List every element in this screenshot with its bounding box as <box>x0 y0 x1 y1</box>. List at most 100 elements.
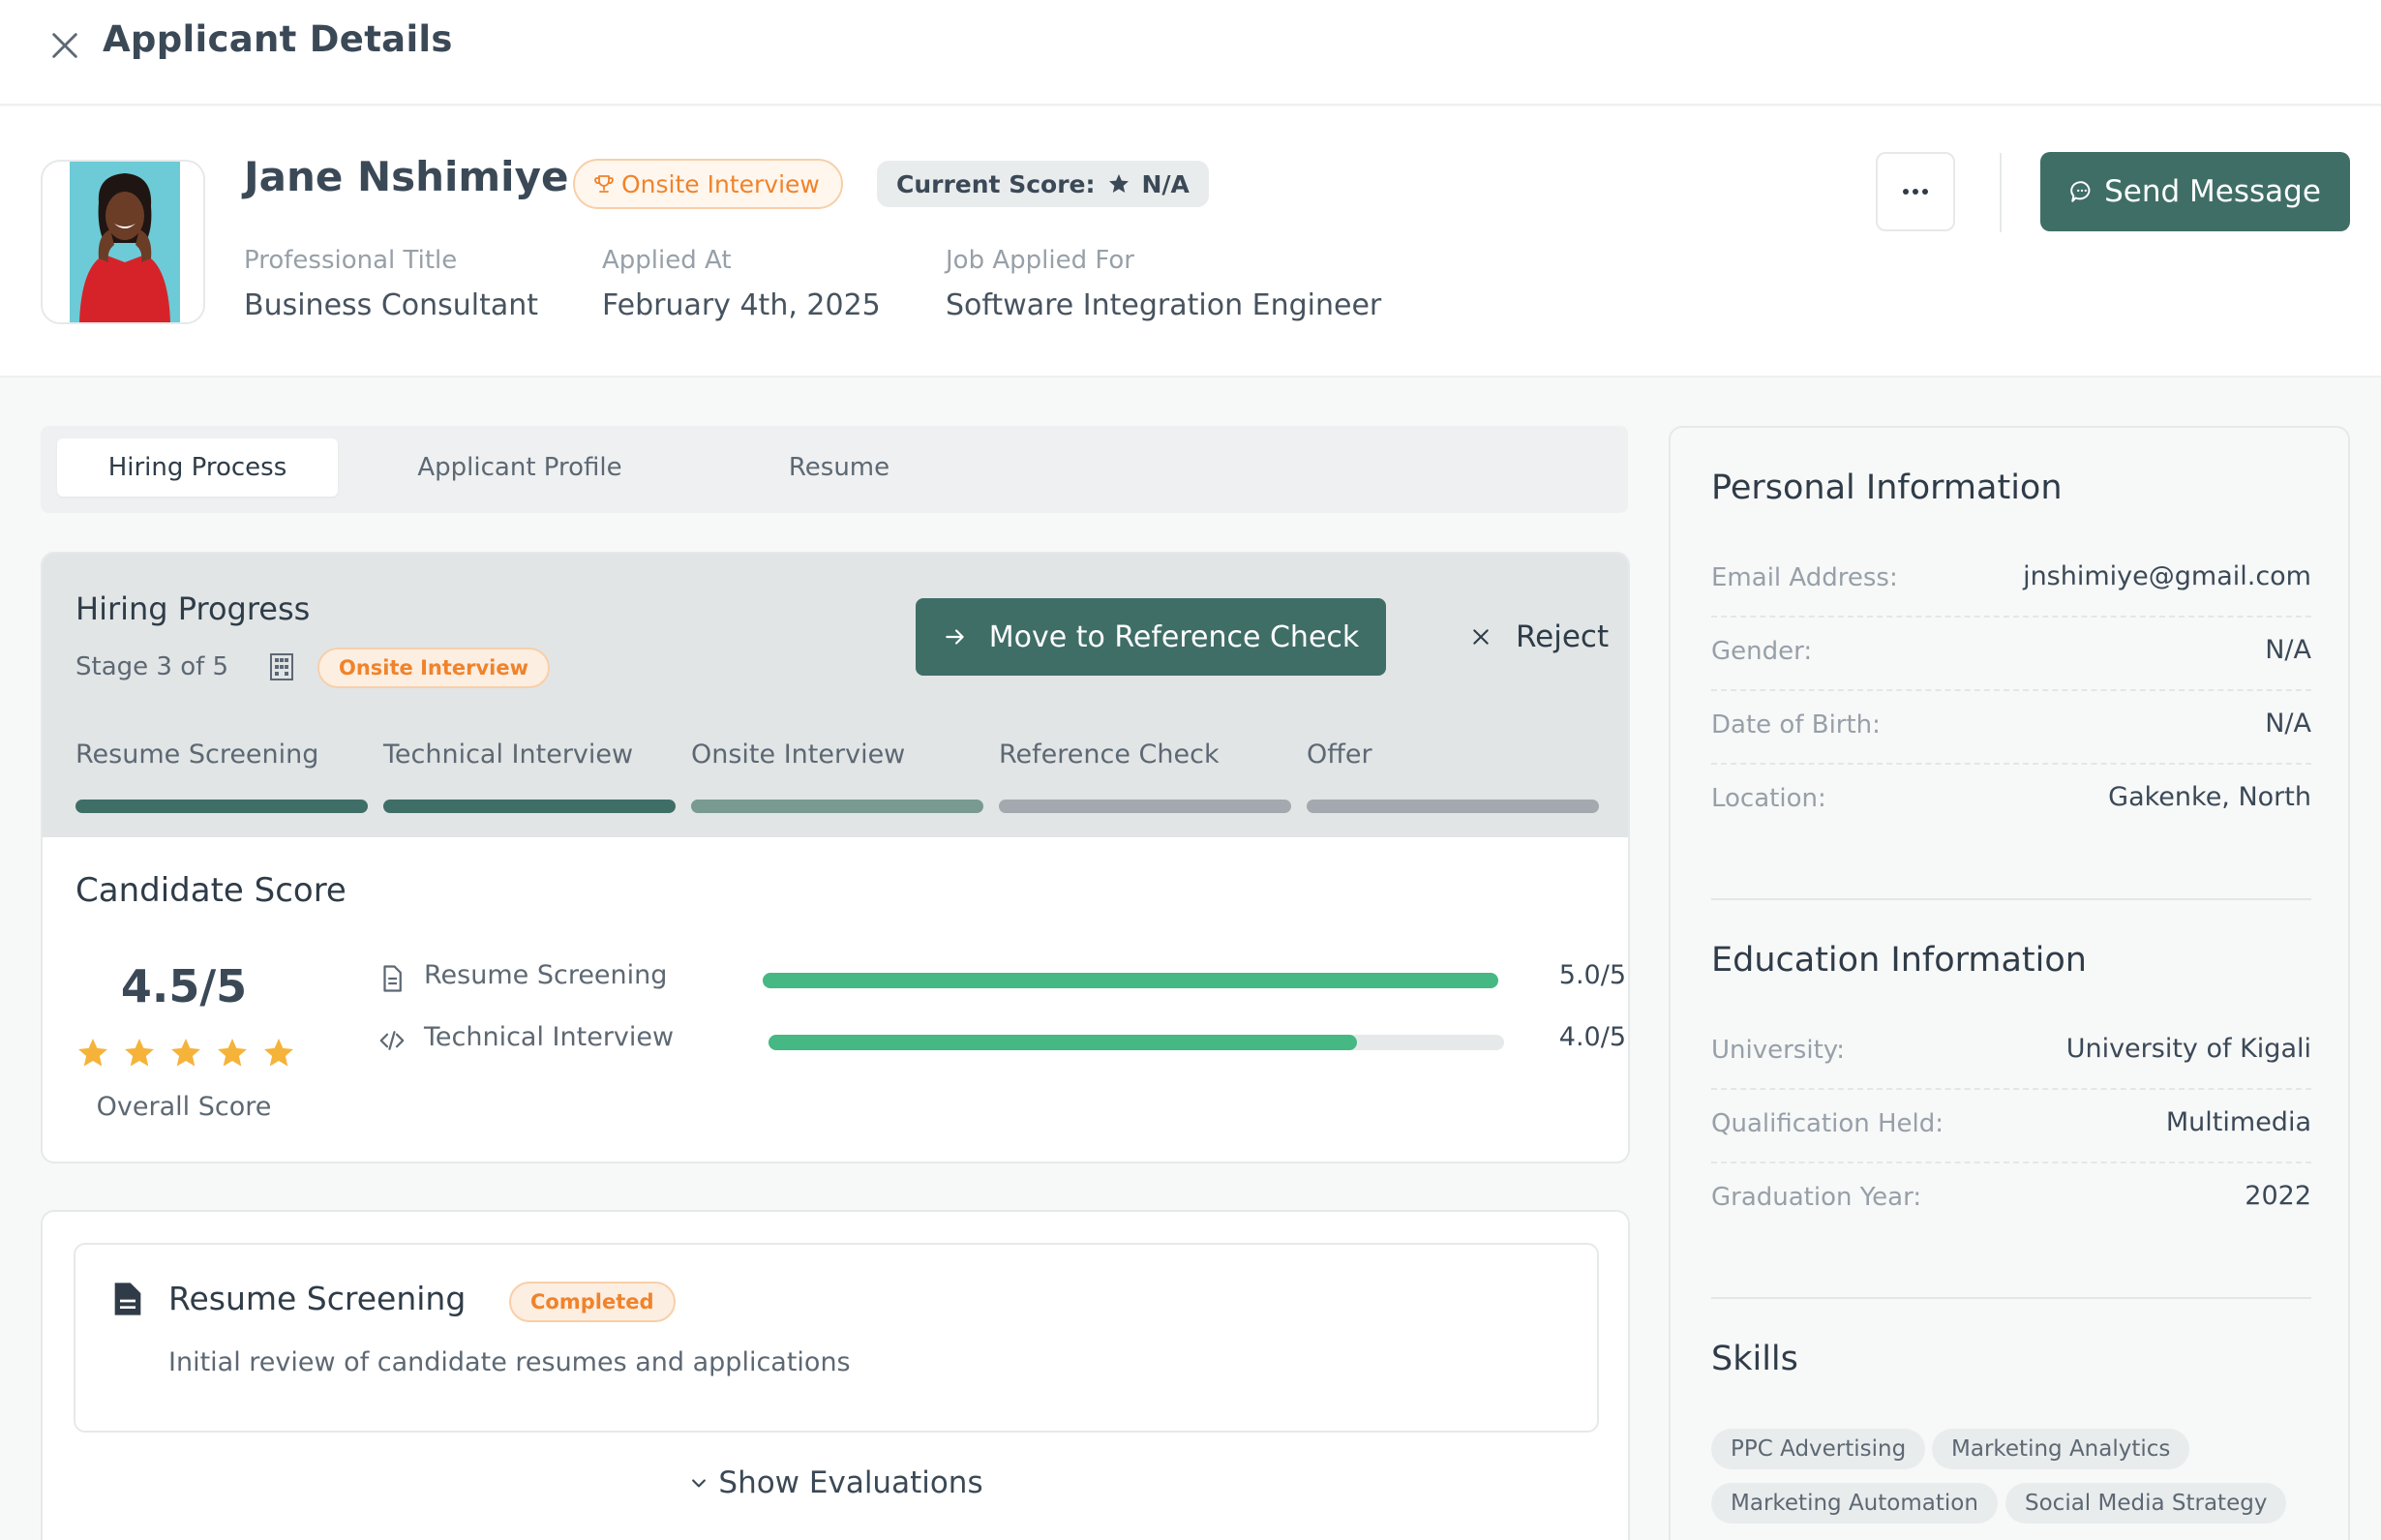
skills-title: Skills <box>1711 1340 1798 1378</box>
info-sidebar: Personal Information Email Address: jnsh… <box>1669 426 2350 1540</box>
meta-label: Applied At <box>602 246 732 275</box>
skill-tag: Marketing Automation <box>1711 1483 1998 1524</box>
tab-bar: Hiring Process Applicant Profile Resume <box>41 426 1628 513</box>
building-icon <box>270 653 293 680</box>
skill-tag: Marketing Analytics <box>1932 1429 2190 1469</box>
current-score-badge: Current Score: N/A <box>877 161 1209 207</box>
score-row-value: 5.0/5 <box>1558 960 1626 990</box>
stage-progress-bar <box>999 800 1291 813</box>
info-value: 2022 <box>2245 1181 2311 1211</box>
current-score-label: Current Score: <box>896 169 1096 198</box>
info-value: Multimedia <box>2165 1107 2311 1137</box>
tab-resume[interactable]: Resume <box>699 438 980 497</box>
stage-label: Reference Check <box>999 740 1220 770</box>
overall-score-label: Overall Score <box>96 1092 272 1122</box>
info-value: N/A <box>2265 635 2311 665</box>
star-icon <box>1108 174 1129 193</box>
stage-label: Onsite Interview <box>691 740 906 770</box>
top-bar: Applicant Details <box>0 0 2381 106</box>
code-icon <box>379 1031 405 1050</box>
meta-label: Professional Title <box>244 246 458 275</box>
hiring-progress-panel: Hiring Progress Stage 3 of 5 Onsite Inte… <box>43 554 1628 837</box>
send-message-label: Send Message <box>2104 174 2321 209</box>
tab-hiring-process[interactable]: Hiring Process <box>57 438 338 497</box>
info-label: Email Address: <box>1711 563 1898 592</box>
score-fill <box>769 1035 1357 1050</box>
page-title: Applicant Details <box>103 18 453 60</box>
reject-label: Reject <box>1516 619 1610 654</box>
stage-resume-screening: Resume Screening <box>75 740 368 813</box>
more-options-button[interactable] <box>1876 152 1955 231</box>
resume-screening-card: Resume Screening Completed Initial revie… <box>74 1243 1599 1433</box>
info-row-graduation-year: Graduation Year: 2022 <box>1711 1163 2311 1237</box>
chat-icon <box>2070 181 2091 202</box>
score-row-resume-screening: Resume Screening 5.0/5 <box>377 960 1626 999</box>
stage-label: Resume Screening <box>75 740 319 770</box>
info-row-university: University: University of Kigali <box>1711 1016 2311 1090</box>
meta-applied-at: Applied At February 4th, 2025 <box>602 246 881 322</box>
stage-badge: Onsite Interview <box>573 159 843 209</box>
completed-badge: Completed <box>509 1282 676 1322</box>
info-row-location: Location: Gakenke, North <box>1711 765 2311 838</box>
education-info-title: Education Information <box>1711 941 2087 980</box>
skill-tag: Social Media Strategy <box>2005 1483 2287 1524</box>
score-fill <box>763 973 1498 988</box>
score-row-label: Resume Screening <box>424 960 668 990</box>
reject-button[interactable]: Reject <box>1432 598 1626 676</box>
star-icon <box>78 1039 107 1067</box>
document-icon <box>383 965 402 992</box>
info-row-date-of-birth: Date of Birth: N/A <box>1711 691 2311 765</box>
meta-job-applied-for: Job Applied For Software Integration Eng… <box>946 246 1381 322</box>
meta-professional-title: Professional Title Business Consultant <box>244 246 538 322</box>
ellipsis-icon <box>1903 189 1928 195</box>
show-evaluations-label: Show Evaluations <box>718 1465 983 1500</box>
header-divider <box>2000 153 2002 232</box>
stage-badge-label: Onsite Interview <box>621 169 820 198</box>
info-row-gender: Gender: N/A <box>1711 618 2311 691</box>
tab-applicant-profile[interactable]: Applicant Profile <box>370 438 670 497</box>
meta-value: February 4th, 2025 <box>602 288 881 322</box>
stage-technical-interview: Technical Interview <box>383 740 676 813</box>
stage-progress-bar <box>1307 800 1599 813</box>
info-row-qualification: Qualification Held: Multimedia <box>1711 1090 2311 1163</box>
trophy-icon <box>594 175 614 193</box>
info-label: University: <box>1711 1036 1846 1065</box>
current-stage-badge: Onsite Interview <box>317 648 551 688</box>
show-evaluations-button[interactable]: Show Evaluations <box>43 1465 1630 1500</box>
move-button-label: Move to Reference Check <box>988 619 1360 654</box>
stage-reference-check: Reference Check <box>999 740 1291 813</box>
meta-value: Software Integration Engineer <box>946 288 1382 322</box>
star-icon <box>264 1039 293 1067</box>
section-divider <box>1711 898 2311 900</box>
score-row-label: Technical Interview <box>424 1022 675 1052</box>
close-icon <box>1473 629 1489 645</box>
hiring-progress-title: Hiring Progress <box>75 590 311 627</box>
stage-detail-card: Resume Screening Completed Initial revie… <box>41 1210 1630 1540</box>
arrow-right-icon <box>945 629 964 645</box>
stage-counter: Stage 3 of 5 <box>75 652 229 681</box>
info-label: Qualification Held: <box>1711 1109 1944 1138</box>
info-row-email: Email Address: jnshimiye@gmail.com <box>1711 544 2311 618</box>
applicant-header: Jane Nshimiye Onsite Interview Current S… <box>0 106 2381 377</box>
info-value: jnshimiye@gmail.com <box>2023 561 2311 591</box>
stage-label: Offer <box>1307 740 1372 770</box>
chevron-down-icon <box>692 1479 707 1488</box>
score-row-value: 4.0/5 <box>1558 1022 1626 1052</box>
star-icon <box>218 1039 247 1067</box>
info-label: Date of Birth: <box>1711 710 1881 740</box>
info-value: Gakenke, North <box>2108 782 2311 812</box>
skill-tag: PPC Advertising <box>1711 1429 1926 1469</box>
applicant-name: Jane Nshimiye <box>244 153 569 200</box>
send-message-button[interactable]: Send Message <box>2040 152 2350 231</box>
info-value: N/A <box>2265 709 2311 739</box>
avatar <box>41 160 205 324</box>
meta-label: Job Applied For <box>946 246 1134 275</box>
info-label: Location: <box>1711 784 1826 813</box>
personal-info-title: Personal Information <box>1711 468 2063 507</box>
info-label: Graduation Year: <box>1711 1183 1922 1212</box>
score-track <box>769 1035 1504 1050</box>
stage-onsite-interview: Onsite Interview <box>691 740 983 813</box>
info-value: University of Kigali <box>2065 1034 2311 1064</box>
move-to-reference-check-button[interactable]: Move to Reference Check <box>916 598 1386 676</box>
close-icon[interactable] <box>48 29 81 62</box>
